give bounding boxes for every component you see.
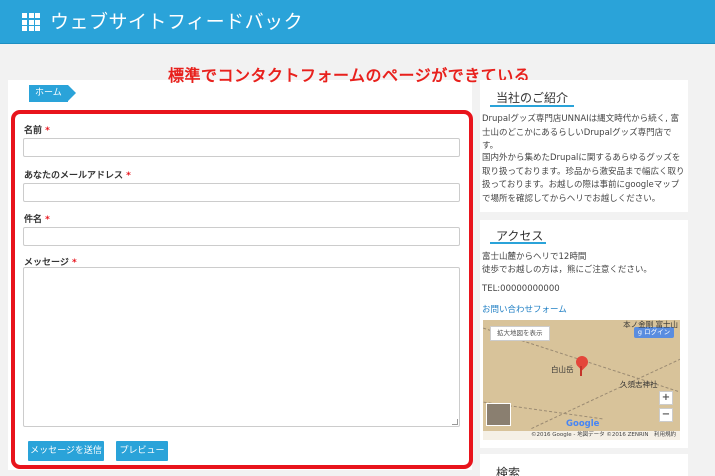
top-bar: ウェブサイトフィードバック — [0, 0, 715, 44]
map-pin-stem — [580, 366, 582, 376]
about-block: 当社のご紹介 Drupalグッズ専門店UNNAIは縄文時代から続く, 富士山のど… — [480, 80, 688, 212]
contact-form: 名前 * あなたのメールアドレス * 件名 * メッセージ * メッセージを送信… — [11, 110, 473, 469]
resize-handle-icon[interactable] — [452, 419, 458, 425]
access-underline — [490, 242, 546, 244]
message-textarea[interactable] — [23, 267, 460, 427]
grid-icon[interactable] — [22, 13, 40, 31]
zoom-out-button[interactable]: − — [659, 408, 673, 422]
email-label: あなたのメールアドレス * — [24, 171, 131, 181]
preview-button[interactable]: プレビュー — [116, 441, 168, 461]
satellite-toggle[interactable] — [486, 403, 511, 426]
about-paragraph-2: 国内外から集めたDrupalに関するあらゆるグッズを取り扱っております。珍品から… — [482, 153, 685, 204]
submit-button[interactable]: メッセージを送信 — [28, 441, 104, 461]
map-pin-icon[interactable] — [573, 353, 591, 371]
zoom-in-button[interactable]: + — [659, 391, 673, 405]
about-underline — [490, 105, 574, 107]
access-line-2: 徒歩でお越しの方は，熊にご注意ください。 — [482, 265, 652, 275]
email-input[interactable] — [23, 183, 460, 202]
map-copyright: ©2016 Google - 地図データ ©2016 ZENRIN 利用規約 — [483, 431, 680, 440]
contact-form-link[interactable]: お問い合わせフォーム — [482, 303, 567, 315]
access-line-1: 富士山麓からヘリで12時間 — [482, 252, 587, 262]
site-title[interactable]: ウェブサイトフィードバック — [50, 9, 303, 35]
google-map[interactable]: 拡大地図を表示 g ログイン 本ノ金剛 富士山 白山岳 久須志神社 + − Go… — [483, 320, 680, 440]
search-title: 検索 — [496, 466, 521, 476]
about-title: 当社のご紹介 — [496, 91, 569, 105]
subject-input[interactable] — [23, 227, 460, 246]
name-label: 名前 * — [24, 126, 50, 136]
search-block: 検索 — [480, 454, 688, 476]
map-label-hakusan: 白山岳 — [551, 365, 574, 374]
access-tel: TEL:00000000000 — [482, 284, 560, 294]
enlarge-map-button[interactable]: 拡大地図を表示 — [490, 326, 550, 341]
about-paragraph-1: Drupalグッズ専門店UNNAIは縄文時代から続く, 富士山のどこかにあるらし… — [482, 114, 680, 151]
subject-label: 件名 * — [24, 215, 50, 225]
map-label-kusushi: 久須志神社 — [620, 380, 658, 389]
name-input[interactable] — [23, 138, 460, 157]
breadcrumb-home[interactable]: ホーム — [29, 85, 76, 102]
google-logo: Google — [566, 419, 600, 429]
map-label-summit: 本ノ金剛 富士山 — [623, 320, 678, 329]
